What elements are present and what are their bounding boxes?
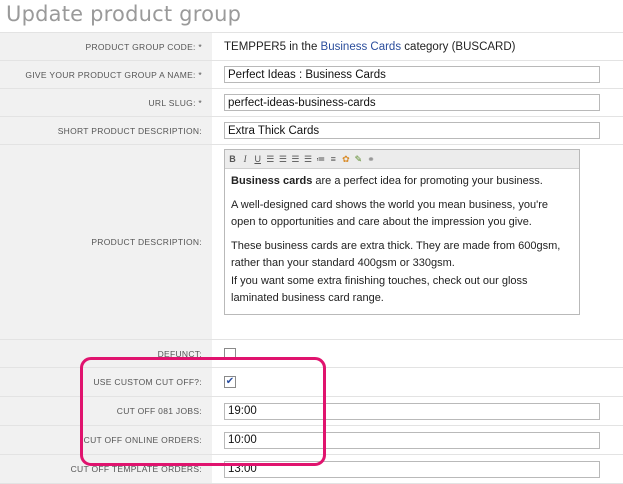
- row-product-group-code: Product group code: * TEMPPER5 in the Bu…: [0, 32, 623, 60]
- cutoff-template-input[interactable]: [224, 460, 600, 478]
- checkmark-icon: ✔: [225, 376, 235, 387]
- product-group-code-value: TEMPPER5 in the Business Cards category …: [212, 33, 623, 60]
- product-description-label: Product description:: [0, 145, 212, 339]
- editor-toolbar: B I U ☰ ☰ ☰ ☰ ≔ ≡ ✿ ✎ ⚭: [225, 150, 579, 169]
- bullet-list-icon[interactable]: ≔: [315, 153, 326, 165]
- link-icon[interactable]: ⚭: [366, 153, 377, 165]
- description-text-3a: These business cards are extra thick. Th…: [231, 239, 561, 270]
- cutoff-jobs-label: Cut off 081 jobs:: [0, 397, 212, 425]
- description-paragraph-1: Business cards are a perfect idea for pr…: [231, 173, 573, 191]
- row-defunct: Defunct:: [0, 339, 623, 367]
- cutoff-template-label: Cut off template orders:: [0, 455, 212, 483]
- cutoff-online-input[interactable]: [224, 431, 600, 449]
- description-text-3b: If you want some extra finishing touches…: [231, 274, 528, 305]
- bold-icon[interactable]: B: [227, 153, 238, 165]
- short-description-label: Short product description:: [0, 117, 212, 144]
- url-slug-input[interactable]: [224, 94, 600, 111]
- description-editor: B I U ☰ ☰ ☰ ☰ ≔ ≡ ✿ ✎ ⚭ Business cards a…: [224, 149, 580, 315]
- product-group-form: Product group code: * TEMPPER5 in the Bu…: [0, 32, 623, 484]
- defunct-label: Defunct:: [0, 340, 212, 367]
- description-paragraph-2: A well-designed card shows the world you…: [231, 198, 548, 229]
- code-mid-text: in the: [289, 40, 318, 53]
- category-suffix: category (BUSCARD): [404, 40, 516, 53]
- row-cutoff-online: Cut off online orders:: [0, 425, 623, 454]
- description-bold-text: Business cards: [231, 175, 313, 187]
- description-text-1: are a perfect idea for promoting your bu…: [312, 175, 543, 187]
- cutoff-online-label: Cut off online orders:: [0, 426, 212, 454]
- underline-icon[interactable]: U: [252, 153, 263, 165]
- short-description-input[interactable]: [224, 122, 600, 139]
- editor-content[interactable]: Business cards are a perfect idea for pr…: [225, 169, 579, 314]
- numbered-list-icon[interactable]: ≡: [328, 153, 339, 165]
- row-cutoff-template: Cut off template orders:: [0, 454, 623, 484]
- product-group-name-label: Give your product group a name: *: [0, 61, 212, 88]
- image-icon[interactable]: ✿: [340, 153, 351, 165]
- media-icon[interactable]: ✎: [353, 153, 364, 165]
- row-url-slug: URL slug: *: [0, 88, 623, 116]
- row-cutoff-jobs: Cut off 081 jobs:: [0, 396, 623, 425]
- row-product-group-name: Give your product group a name: *: [0, 60, 623, 88]
- product-group-name-input[interactable]: [224, 66, 600, 83]
- row-custom-cutoff: Use custom cut off?: ✔: [0, 367, 623, 396]
- custom-cutoff-label: Use custom cut off?:: [0, 368, 212, 396]
- italic-icon[interactable]: I: [240, 153, 251, 165]
- defunct-checkbox[interactable]: [224, 347, 236, 360]
- custom-cutoff-checkbox[interactable]: ✔: [224, 376, 236, 388]
- cutoff-jobs-input[interactable]: [224, 402, 600, 420]
- align-right-icon[interactable]: ☰: [290, 153, 301, 165]
- justify-icon[interactable]: ☰: [303, 153, 314, 165]
- description-paragraph-3: These business cards are extra thick. Th…: [231, 238, 573, 308]
- product-group-code-label: Product group code: *: [0, 33, 212, 60]
- align-left-icon[interactable]: ☰: [265, 153, 276, 165]
- category-link[interactable]: Business Cards: [321, 41, 402, 53]
- row-product-description: Product description: B I U ☰ ☰ ☰ ☰ ≔ ≡ ✿…: [0, 144, 623, 339]
- product-group-code: TEMPPER5: [224, 40, 286, 53]
- row-short-description: Short product description:: [0, 116, 623, 144]
- align-center-icon[interactable]: ☰: [277, 153, 288, 165]
- url-slug-label: URL slug: *: [0, 89, 212, 116]
- page-title: Update product group: [6, 2, 242, 26]
